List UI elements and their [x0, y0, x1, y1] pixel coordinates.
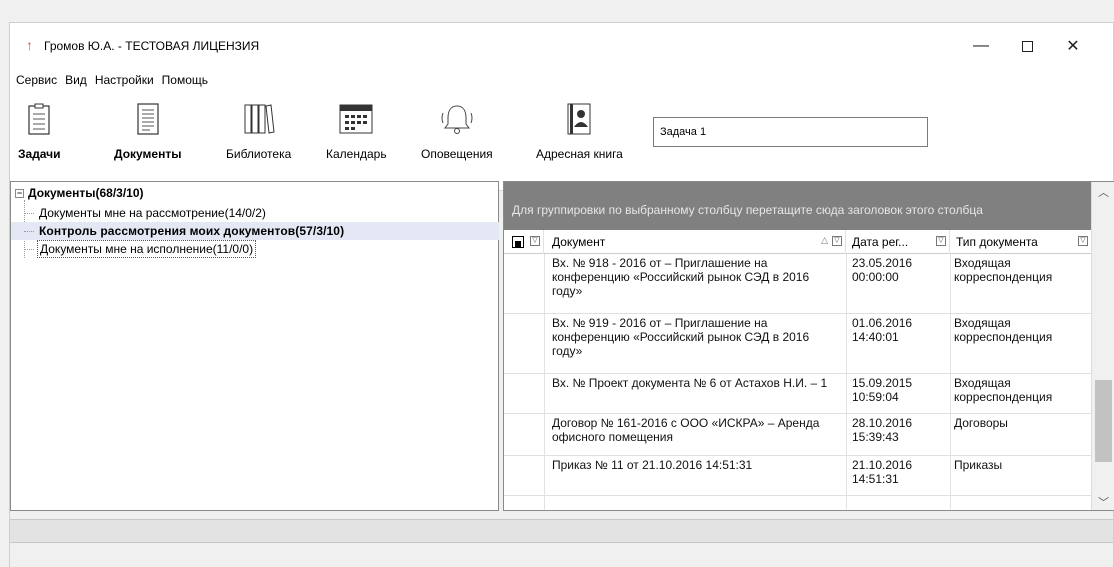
tasks-icon	[21, 101, 57, 137]
tree-item-label: Документы мне на рассмотрение(14/0/2)	[39, 206, 266, 220]
column-header-type[interactable]: Тип документа ▽	[950, 230, 1091, 254]
scroll-up-icon[interactable]: ︿	[1092, 182, 1114, 202]
tree-root[interactable]: − Документы(68/3/10)	[15, 186, 144, 200]
bottom-area	[10, 543, 1113, 567]
close-button[interactable]: ✕	[1050, 31, 1096, 61]
address-book-label: Адресная книга	[536, 147, 623, 161]
calendar-button[interactable]: Календарь	[326, 101, 387, 161]
menu-service[interactable]: Сервис	[16, 71, 57, 89]
address-book-button[interactable]: Адресная книга	[536, 101, 623, 161]
menu-bar: Сервис Вид Настройки Помощь	[10, 69, 1113, 91]
tree-item-label: Документы мне на исполнение(11/0/0)	[37, 240, 257, 258]
cell-date: 15.09.2015 10:59:04	[852, 376, 913, 404]
cell-date: 21.10.2016 14:51:31	[852, 458, 913, 486]
minimize-button[interactable]: —	[958, 31, 1004, 61]
sort-asc-icon: △	[821, 235, 828, 245]
address-book-icon	[561, 101, 597, 137]
group-by-area[interactable]: Для группировки по выбранному столбцу пе…	[504, 182, 1091, 230]
task-field[interactable]: Задача 1	[653, 117, 928, 147]
scroll-thumb[interactable]	[1095, 380, 1112, 462]
collapse-icon[interactable]: −	[15, 188, 24, 198]
tree-item-label: Контроль рассмотрения моих документов(57…	[39, 224, 345, 238]
scroll-down-icon[interactable]: ﹀	[1092, 492, 1114, 510]
table-row[interactable]: Договор № 161-2016 с ООО «ИСКРА» – Аренд…	[504, 414, 1091, 456]
cell-document: Договор № 161-2016 с ООО «ИСКРА» – Аренд…	[552, 416, 820, 444]
cell-date: 28.10.2016 15:39:43	[852, 416, 913, 444]
folder-tree: − Документы(68/3/10) Документы мне на ра…	[10, 181, 499, 511]
menu-help[interactable]: Помощь	[162, 71, 208, 89]
tasks-label: Задачи	[18, 147, 61, 161]
maximize-icon	[1021, 40, 1033, 52]
menu-settings[interactable]: Настройки	[95, 71, 154, 89]
cell-type: Входящая корреспонденция	[954, 316, 1053, 344]
attachment-column-header[interactable]: ▽	[504, 230, 544, 254]
grid-header: ▽ Документ △ ▽ Дата рег... ▽ Тип докумен…	[504, 230, 1091, 254]
library-icon	[241, 101, 277, 137]
cell-type: Договоры	[954, 416, 1008, 430]
calendar-label: Календарь	[326, 147, 387, 161]
cell-type: Входящая корреспонденция	[954, 376, 1053, 404]
maximize-button[interactable]	[1004, 31, 1050, 61]
documents-grid: Для группировки по выбранному столбцу пе…	[503, 181, 1114, 511]
documents-button[interactable]: Документы	[114, 101, 181, 161]
tree-root-label: Документы(68/3/10)	[28, 186, 144, 200]
cell-date: 23.05.2016 00:00:00	[852, 256, 913, 284]
notifications-button[interactable]: Оповещения	[421, 101, 493, 161]
table-row[interactable]: Вх. № 919 - 2016 от – Приглашение на кон…	[504, 314, 1091, 374]
tree-item-control[interactable]: Контроль рассмотрения моих документов(57…	[11, 222, 499, 240]
menu-view[interactable]: Вид	[65, 71, 87, 89]
notifications-label: Оповещения	[421, 147, 493, 161]
filter-icon[interactable]: ▽	[936, 236, 946, 246]
cell-document: Приказ № 11 от 21.10.2016 14:51:31	[552, 458, 753, 472]
app-window: ↑ Громов Ю.А. - ТЕСТОВАЯ ЛИЦЕНЗИЯ — ✕ Се…	[9, 22, 1114, 567]
status-bar	[10, 519, 1113, 543]
bell-icon	[439, 101, 475, 137]
column-header-document[interactable]: Документ △ ▽	[544, 230, 846, 254]
table-row[interactable]: Вх. № 918 - 2016 от – Приглашение на кон…	[504, 254, 1091, 314]
filter-icon[interactable]: ▽	[832, 236, 842, 246]
title-bar: ↑ Громов Ю.А. - ТЕСТОВАЯ ЛИЦЕНЗИЯ — ✕	[10, 23, 1113, 69]
table-row[interactable]: Вх. № Проект документа № 6 от Астахов Н.…	[504, 374, 1091, 414]
calendar-icon	[338, 101, 374, 137]
window-title: Громов Ю.А. - ТЕСТОВАЯ ЛИЦЕНЗИЯ	[44, 39, 260, 53]
cell-type: Приказы	[954, 458, 1003, 472]
documents-icon	[130, 101, 166, 137]
filter-icon[interactable]: ▽	[530, 236, 540, 246]
tasks-button[interactable]: Задачи	[18, 101, 61, 161]
app-logo-icon: ↑	[26, 37, 33, 53]
documents-label: Документы	[114, 147, 182, 161]
toolbar: Задачи Документы Библиотека Календарь Оп…	[10, 91, 1113, 191]
cell-type: Входящая корреспонденция	[954, 256, 1053, 284]
column-header-date[interactable]: Дата рег... ▽	[846, 230, 950, 254]
library-button[interactable]: Библиотека	[226, 101, 291, 161]
cell-date: 01.06.2016 14:40:01	[852, 316, 913, 344]
cell-document: Вх. № Проект документа № 6 от Астахов Н.…	[552, 376, 828, 390]
cell-document: Вх. № 919 - 2016 от – Приглашение на кон…	[552, 316, 810, 358]
filter-icon[interactable]: ▽	[1078, 236, 1088, 246]
tree-item-review[interactable]: Документы мне на рассмотрение(14/0/2)	[24, 204, 268, 222]
library-label: Библиотека	[226, 147, 292, 161]
table-row[interactable]: Приказ № 11 от 21.10.2016 14:51:31 21.10…	[504, 456, 1091, 496]
attachment-icon	[512, 236, 524, 248]
cell-document: Вх. № 918 - 2016 от – Приглашение на кон…	[552, 256, 810, 298]
tree-item-execution[interactable]: Документы мне на исполнение(11/0/0)	[24, 240, 257, 258]
vertical-scrollbar[interactable]: ︿ ﹀	[1091, 182, 1114, 510]
